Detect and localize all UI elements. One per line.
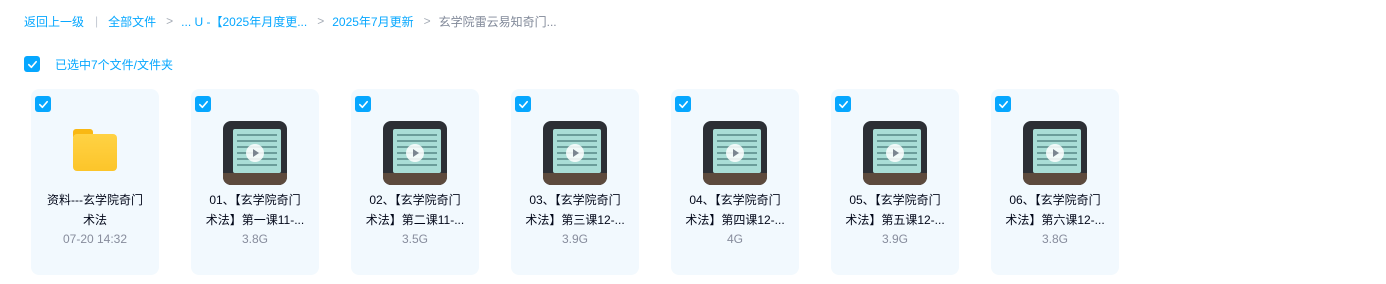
file-name: 01、【玄学院奇门 术法】第一课11-...: [205, 193, 305, 227]
play-icon: [566, 144, 584, 162]
item-checkbox[interactable]: [515, 96, 531, 112]
item-checkbox[interactable]: [675, 96, 691, 112]
file-size: 3.9G: [561, 232, 588, 246]
breadcrumb-july-update[interactable]: 2025年7月更新: [332, 13, 413, 30]
file-card-video[interactable]: 04、【玄学院奇门 术法】第四课12-... 4G: [671, 89, 799, 275]
file-card-folder[interactable]: 资料---玄学院奇门 术法 07-20 14:32: [31, 89, 159, 275]
file-card-video[interactable]: 03、【玄学院奇门 术法】第三课12-... 3.9G: [511, 89, 639, 275]
select-all-checkbox[interactable]: [24, 56, 40, 72]
video-thumbnail: [383, 121, 447, 185]
file-name: 05、【玄学院奇门 术法】第五课12-...: [845, 193, 945, 227]
breadcrumb-all-files[interactable]: 全部文件: [108, 13, 156, 30]
video-thumbnail: [223, 121, 287, 185]
video-thumbnail: [703, 121, 767, 185]
file-card-video[interactable]: 06、【玄学院奇门 术法】第六课12-... 3.8G: [991, 89, 1119, 275]
check-icon: [998, 100, 1008, 108]
check-icon: [518, 100, 528, 108]
breadcrumb-monthly-updates[interactable]: ... U -【2025年月度更...: [181, 13, 307, 30]
play-icon: [726, 144, 744, 162]
file-card-video[interactable]: 05、【玄学院奇门 术法】第五课12-... 3.9G: [831, 89, 959, 275]
file-size: 4G: [726, 232, 743, 246]
check-icon: [38, 100, 48, 108]
file-size: 3.5G: [401, 232, 428, 246]
file-size: 3.8G: [1041, 232, 1068, 246]
file-name: 06、【玄学院奇门 术法】第六课12-...: [1005, 193, 1105, 227]
selection-count-label: 已选中7个文件/文件夹: [55, 57, 174, 72]
file-card-video[interactable]: 01、【玄学院奇门 术法】第一课11-... 3.8G: [191, 89, 319, 275]
back-link[interactable]: 返回上一级: [24, 13, 84, 30]
breadcrumb-divider: |: [95, 14, 99, 28]
play-icon: [886, 144, 904, 162]
file-modified-time: 07-20 14:32: [62, 232, 128, 246]
item-checkbox[interactable]: [35, 96, 51, 112]
file-size: 3.9G: [881, 232, 908, 246]
file-name: 资料---玄学院奇门 术法: [47, 193, 143, 227]
file-name: 04、【玄学院奇门 术法】第四课12-...: [685, 193, 785, 227]
chevron-right-icon: >: [423, 14, 431, 28]
play-icon: [406, 144, 424, 162]
play-icon: [246, 144, 264, 162]
video-thumbnail: [1023, 121, 1087, 185]
breadcrumb-current: 玄学院雷云易知奇门...: [438, 14, 557, 29]
video-thumbnail: [543, 121, 607, 185]
file-name: 03、【玄学院奇门 术法】第三课12-...: [525, 193, 625, 227]
folder-icon: [71, 129, 119, 171]
chevron-right-icon: >: [166, 14, 174, 28]
item-checkbox[interactable]: [355, 96, 371, 112]
check-icon: [358, 100, 368, 108]
chevron-right-icon: >: [317, 14, 325, 28]
check-icon: [838, 100, 848, 108]
play-icon: [1046, 144, 1064, 162]
file-size: 3.8G: [241, 232, 268, 246]
breadcrumb: 返回上一级 | 全部文件 > ... U -【2025年月度更... > 202…: [24, 12, 557, 30]
video-thumbnail: [863, 121, 927, 185]
check-icon: [27, 60, 37, 68]
item-checkbox[interactable]: [195, 96, 211, 112]
item-checkbox[interactable]: [995, 96, 1011, 112]
check-icon: [678, 100, 688, 108]
item-checkbox[interactable]: [835, 96, 851, 112]
selection-bar: 已选中7个文件/文件夹: [24, 56, 173, 72]
file-name: 02、【玄学院奇门 术法】第二课11-...: [365, 193, 465, 227]
check-icon: [198, 100, 208, 108]
file-card-video[interactable]: 02、【玄学院奇门 术法】第二课11-... 3.5G: [351, 89, 479, 275]
